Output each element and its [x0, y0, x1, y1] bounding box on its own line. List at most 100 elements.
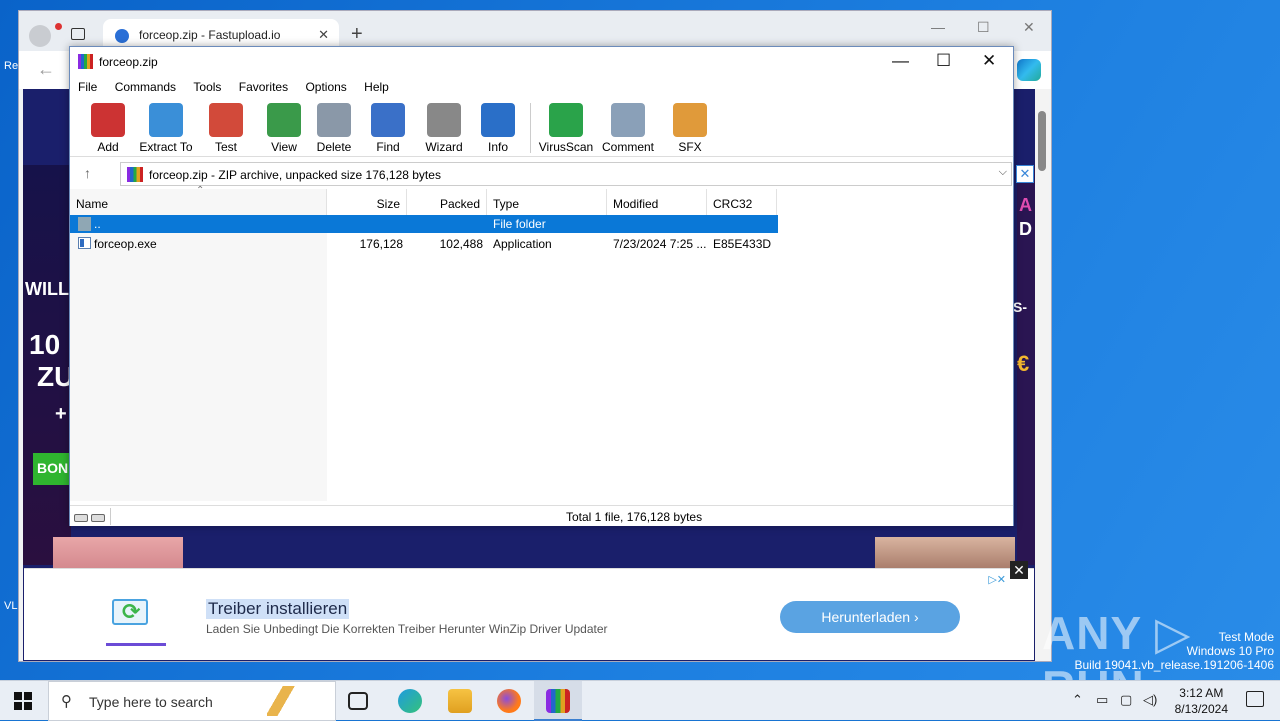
menu-commands[interactable]: Commands: [115, 77, 176, 94]
close-button[interactable]: ✕: [982, 51, 996, 71]
cell-crc32: E85E433D: [713, 237, 772, 251]
back-button[interactable]: ←: [37, 59, 55, 80]
toolbar-button-extract-to[interactable]: Extract To: [136, 101, 196, 155]
table-row[interactable]: .. File folder: [70, 215, 778, 233]
windows-start-icon[interactable]: [14, 692, 32, 710]
site-favicon-icon: [115, 29, 129, 43]
cell-type: Application: [493, 237, 552, 251]
column-header-name[interactable]: Name ⌃: [70, 185, 327, 215]
desktop-icon-label[interactable]: Re: [4, 60, 18, 72]
tray-overflow-icon[interactable]: ⌃: [1072, 692, 1083, 708]
file-explorer-icon[interactable]: [448, 689, 472, 713]
ad-download-button[interactable]: Herunterladen ›: [780, 601, 960, 633]
archive-path-combo[interactable]: forceop.zip - ZIP archive, unpacked size…: [120, 162, 1012, 186]
winrar-taskbar-button[interactable]: [534, 681, 582, 721]
banner-text: S-: [1013, 299, 1027, 315]
menu-favorites[interactable]: Favorites: [239, 77, 288, 94]
virusscan-bug-icon: [549, 103, 583, 137]
notification-icon[interactable]: [1246, 691, 1264, 707]
banner-text: D: [1019, 219, 1032, 239]
toolbar-button-delete[interactable]: Delete: [304, 101, 364, 155]
toolbar-button-test[interactable]: Test: [196, 101, 256, 155]
test-mode-label: Test Mode: [1218, 630, 1274, 644]
clock-time: 3:12 AM: [1179, 686, 1224, 700]
maximize-button[interactable]: ☐: [936, 51, 951, 71]
menu-file[interactable]: File: [78, 77, 97, 94]
volume-icon[interactable]: ◁): [1143, 692, 1157, 708]
page-scrollbar[interactable]: [1035, 89, 1049, 661]
add-archive-icon: [91, 103, 125, 137]
toolbar-button-find[interactable]: Find: [358, 101, 418, 155]
firefox-icon[interactable]: [497, 689, 521, 713]
minimize-button[interactable]: —: [892, 51, 909, 71]
chevron-down-icon[interactable]: ⌵: [999, 166, 1007, 179]
ad-accent-line: [106, 643, 166, 646]
menu-tools[interactable]: Tools: [193, 77, 221, 94]
desktop-icon-label[interactable]: VL: [4, 600, 17, 612]
toolbar-label: Add: [97, 140, 119, 154]
system-clock[interactable]: 3:12 AM 8/13/2024: [1175, 685, 1228, 717]
cell-size: 176,128: [359, 237, 403, 251]
search-highlight-graphic: [267, 686, 329, 716]
toolbar-label: SFX: [678, 140, 702, 154]
menu-help[interactable]: Help: [364, 77, 389, 94]
browser-close-button[interactable]: ✕: [1023, 19, 1035, 36]
adchoices-icon[interactable]: ▷✕: [988, 573, 1006, 586]
toolbar-label: Wizard: [425, 140, 463, 154]
scrollbar-thumb[interactable]: [1038, 111, 1046, 171]
menu-options[interactable]: Options: [305, 77, 346, 94]
column-header-label: Name: [76, 197, 109, 211]
banner-bonus-button[interactable]: BON: [33, 453, 73, 485]
tab-actions-icon[interactable]: [71, 28, 85, 40]
archive-path-text: forceop.zip - ZIP archive, unpacked size…: [149, 168, 441, 182]
toolbar-button-wizard[interactable]: Wizard: [414, 101, 474, 155]
column-header-crc32[interactable]: CRC32: [707, 189, 777, 215]
drive-icon[interactable]: [74, 511, 108, 523]
toolbar-button-comment[interactable]: Comment: [598, 101, 658, 155]
up-level-button[interactable]: ↑: [84, 165, 91, 181]
tab-close-icon[interactable]: ✕: [318, 27, 329, 43]
column-header-modified[interactable]: Modified: [607, 189, 707, 215]
task-view-icon[interactable]: [348, 692, 368, 710]
new-tab-button[interactable]: +: [351, 23, 363, 46]
close-icon[interactable]: ✕: [1016, 165, 1034, 183]
toolbar-button-info[interactable]: Info: [468, 101, 528, 155]
table-row[interactable]: forceop.exe 176,128 102,488 Application …: [70, 235, 778, 253]
taskbar-search-box[interactable]: ⚲ Type here to search: [48, 681, 336, 721]
driver-update-icon: [112, 599, 148, 625]
profile-avatar-icon[interactable]: [29, 23, 62, 47]
column-header-size[interactable]: Size: [327, 189, 407, 215]
toolbar: Add Extract To Test View Delete Find Wizard Inf…: [70, 99, 1013, 157]
comment-icon: [611, 103, 645, 137]
network-icon[interactable]: ▢: [1120, 692, 1132, 708]
window-title: forceop.zip: [99, 55, 158, 69]
toolbar-label: Find: [376, 140, 400, 154]
ad-banner[interactable]: Treiber installieren Laden Sie Unbedingt…: [24, 561, 1034, 660]
column-header-type[interactable]: Type: [487, 189, 607, 215]
ad-title[interactable]: Treiber installieren: [206, 599, 350, 619]
ad-close-button[interactable]: ✕: [1010, 561, 1028, 579]
status-text: Total 1 file, 176,128 bytes: [566, 510, 703, 524]
battery-icon[interactable]: ▭: [1096, 692, 1108, 708]
cell-modified: 7/23/2024 7:25 ...: [613, 237, 707, 251]
toolbar-label: Test: [214, 140, 237, 154]
copilot-icon[interactable]: [1017, 59, 1041, 81]
toolbar-button-add[interactable]: Add: [78, 101, 138, 155]
toolbar-button-sfx[interactable]: SFX: [660, 101, 720, 155]
file-list: Name ⌃ Size Packed Type Modified CRC32 .…: [70, 185, 1013, 501]
toolbar-button-virusscan[interactable]: VirusScan: [536, 101, 596, 155]
banner-text: WILL: [25, 279, 69, 299]
cell-type: File folder: [493, 217, 546, 231]
browser-maximize-button[interactable]: ☐: [977, 19, 990, 36]
winrar-titlebar[interactable]: forceop.zip — ☐ ✕: [70, 47, 1013, 77]
banner-text: 10: [29, 329, 61, 360]
toolbar-label: Comment: [601, 140, 654, 154]
winrar-app-icon: [78, 54, 93, 69]
search-icon: ⚲: [61, 693, 72, 710]
parent-folder-icon: [78, 217, 91, 231]
exe-file-icon: [78, 237, 91, 249]
clock-date: 8/13/2024: [1174, 702, 1228, 716]
browser-minimize-button[interactable]: —: [931, 19, 945, 35]
column-header-packed[interactable]: Packed: [407, 189, 487, 215]
edge-browser-icon[interactable]: [398, 689, 422, 713]
